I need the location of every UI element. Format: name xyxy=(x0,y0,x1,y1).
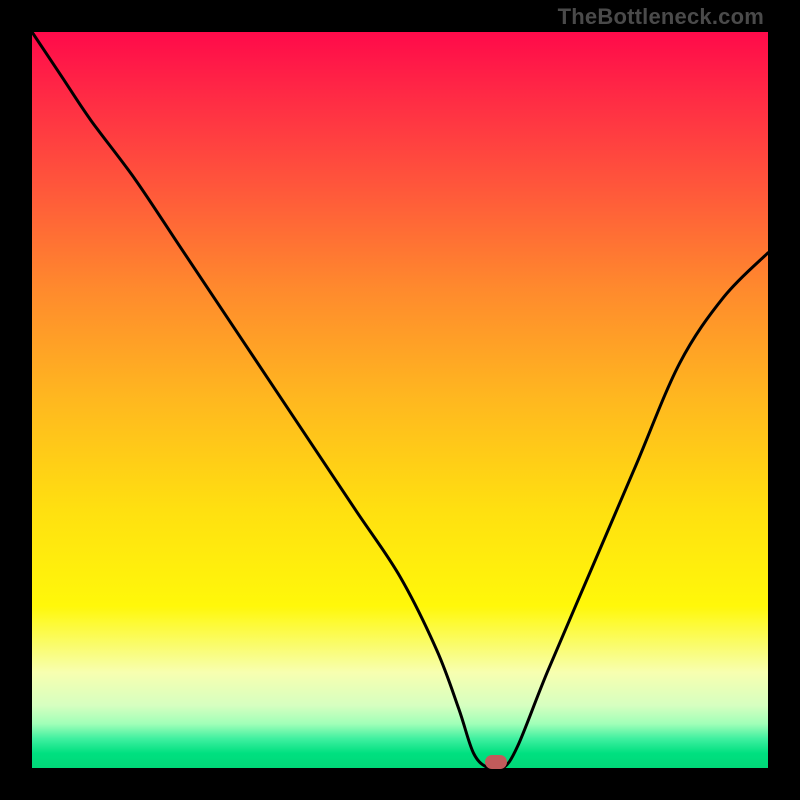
chart-curve-svg xyxy=(32,32,768,768)
chart-plot-area xyxy=(32,32,768,768)
bottleneck-curve xyxy=(32,32,768,768)
chart-frame: TheBottleneck.com xyxy=(0,0,800,800)
watermark-text: TheBottleneck.com xyxy=(558,4,764,30)
optimal-point-marker xyxy=(485,755,507,769)
